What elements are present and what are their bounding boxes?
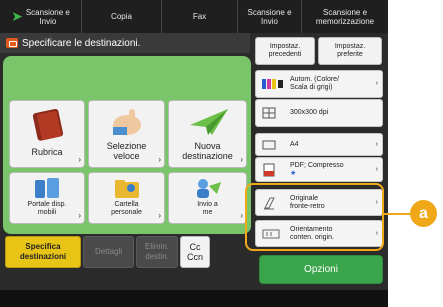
tab-scansione-memorizzazione[interactable]: Scansione e memorizzazione bbox=[302, 0, 388, 33]
setting-value-line: Scala di grigi) bbox=[290, 84, 333, 91]
paper-size-icon bbox=[262, 140, 276, 149]
button-label-line: me bbox=[202, 209, 213, 216]
chevron-right-icon: › bbox=[158, 211, 161, 220]
tab-label: Scansione e bbox=[322, 7, 368, 17]
cc-ccn-button[interactable]: Cc Ccn bbox=[180, 236, 210, 268]
address-book-icon bbox=[32, 108, 64, 141]
button-label-line: Ccn bbox=[186, 252, 203, 262]
button-label: Nuova destinazione bbox=[169, 141, 246, 161]
tab-label: Fax bbox=[192, 12, 207, 21]
destination-icon bbox=[6, 38, 18, 48]
chevron-right-icon: › bbox=[375, 80, 378, 87]
rubrica-button[interactable]: Rubrica › bbox=[9, 100, 85, 168]
elimina-destinazione-button[interactable]: Elimin. destin. bbox=[136, 236, 178, 268]
button-label-line: Portale disp. bbox=[27, 201, 67, 208]
button-label-line: precedenti bbox=[268, 51, 302, 58]
button-label-line: personale bbox=[111, 209, 142, 216]
color-mode-setting[interactable]: Autom. (Colore/Scala di grigi) › bbox=[255, 70, 383, 98]
portale-dispositivi-mobili-button[interactable]: Portale disp. mobili › bbox=[9, 172, 85, 224]
chevron-right-icon: › bbox=[375, 140, 378, 148]
button-label-line: destinazioni bbox=[19, 252, 67, 261]
nuova-destinazione-button[interactable]: Nuova destinazione › bbox=[168, 100, 247, 168]
specifica-destinazioni-button[interactable]: Specifica destinazioni bbox=[5, 236, 81, 268]
file-format-setting[interactable]: PDF; Compresso ★ › bbox=[255, 157, 383, 182]
page-title: Specificare le destinazioni. bbox=[22, 37, 141, 49]
status-strip bbox=[0, 290, 388, 307]
tab-label: memorizzazione bbox=[315, 16, 375, 26]
selezione-veloce-button[interactable]: Selezione veloce › bbox=[88, 100, 165, 168]
tab-label: Invio bbox=[261, 16, 278, 26]
button-label-line: Elimin. bbox=[144, 242, 169, 251]
button-label-line: preferite bbox=[337, 51, 363, 58]
device-screen: ➤ Scansione e Invio Copia Fax Scansione e… bbox=[0, 0, 388, 307]
tab-label: Scansione e bbox=[247, 7, 292, 17]
button-label-line: Impostaz. bbox=[334, 43, 366, 50]
tab-copia[interactable]: Copia bbox=[82, 0, 162, 33]
invio-a-me-button[interactable]: Invio a me › bbox=[168, 172, 247, 224]
impostazioni-preferite-button[interactable]: Impostaz. preferite bbox=[318, 37, 382, 65]
chevron-right-icon: › bbox=[78, 211, 81, 220]
resolution-setting[interactable]: 300x300 dpi bbox=[255, 99, 383, 127]
setting-value: A4 bbox=[290, 140, 299, 148]
callout-highlight-box bbox=[245, 183, 384, 251]
personal-folder-icon bbox=[114, 180, 139, 198]
button-label-line: Nuova bbox=[194, 141, 221, 151]
button-label: Opzioni bbox=[304, 264, 338, 275]
button-label-line: mobili bbox=[37, 209, 57, 216]
button-label: Cartella personale bbox=[89, 201, 164, 217]
impostazioni-precedenti-button[interactable]: Impostaz. precedenti bbox=[255, 37, 315, 65]
chevron-right-icon: › bbox=[375, 165, 378, 173]
quick-select-hand-icon bbox=[112, 109, 141, 135]
callout-badge: a bbox=[410, 200, 437, 227]
button-label-line: veloce bbox=[113, 151, 140, 161]
button-label-line: destinazione bbox=[182, 151, 233, 161]
tab-fax[interactable]: Fax bbox=[162, 0, 238, 33]
mobile-portal-icon bbox=[35, 178, 59, 198]
chevron-right-icon: › bbox=[240, 211, 243, 220]
button-label: Portale disp. mobili bbox=[10, 201, 84, 217]
callout-connector bbox=[384, 213, 412, 215]
setting-value: PDF; Compresso ★ bbox=[290, 162, 344, 178]
tab-label: Invio bbox=[39, 16, 57, 26]
resolution-grid-icon bbox=[262, 107, 276, 119]
button-label-line: Selezione bbox=[106, 141, 147, 151]
setting-value-line: PDF; Compresso bbox=[290, 161, 344, 169]
paper-size-setting[interactable]: A4 › bbox=[255, 133, 383, 156]
color-bars-icon bbox=[262, 79, 283, 89]
setting-value-line: ★ bbox=[290, 169, 297, 177]
cartella-personale-button[interactable]: Cartella personale › bbox=[88, 172, 165, 224]
chevron-right-icon: › bbox=[240, 155, 243, 164]
button-label: Selezione veloce bbox=[89, 141, 164, 161]
opzioni-button[interactable]: Opzioni bbox=[259, 255, 383, 284]
send-to-myself-icon bbox=[196, 179, 221, 198]
setting-value: 300x300 dpi bbox=[290, 109, 329, 116]
button-label-line: Cc bbox=[189, 242, 201, 252]
send-arrow-icon: ➤ bbox=[11, 8, 23, 24]
tab-label: Scansione e bbox=[25, 7, 70, 17]
instruction-header: Specificare le destinazioni. bbox=[0, 33, 250, 53]
button-label: Invio a me bbox=[169, 201, 246, 217]
setting-value: Autom. (Colore/Scala di grigi) bbox=[290, 76, 339, 92]
tab-scansione-invio-home[interactable]: ➤ Scansione e Invio bbox=[0, 0, 82, 33]
callout-label: a bbox=[419, 204, 428, 222]
top-function-bar: ➤ Scansione e Invio Copia Fax Scansione e… bbox=[0, 0, 388, 33]
tab-label: Copia bbox=[111, 12, 132, 21]
button-label-line: Cartella bbox=[114, 201, 139, 208]
setting-value-line: Autom. (Colore/ bbox=[290, 76, 340, 83]
dettagli-button[interactable]: Dettagli bbox=[83, 236, 134, 268]
button-label: Dettagli bbox=[94, 247, 123, 256]
tab-scansione-invio[interactable]: Scansione e Invio bbox=[238, 0, 302, 33]
paper-plane-icon bbox=[189, 109, 228, 135]
button-label-line: Impostaz. bbox=[269, 43, 301, 50]
chevron-right-icon: › bbox=[78, 155, 81, 164]
button-label-line: Specifica bbox=[25, 242, 61, 251]
button-label-line: Invio a bbox=[197, 201, 218, 208]
chevron-right-icon: › bbox=[158, 155, 161, 164]
button-label: Rubrica bbox=[31, 147, 63, 157]
pdf-file-icon bbox=[263, 163, 275, 176]
button-label-line: destin. bbox=[145, 252, 169, 261]
